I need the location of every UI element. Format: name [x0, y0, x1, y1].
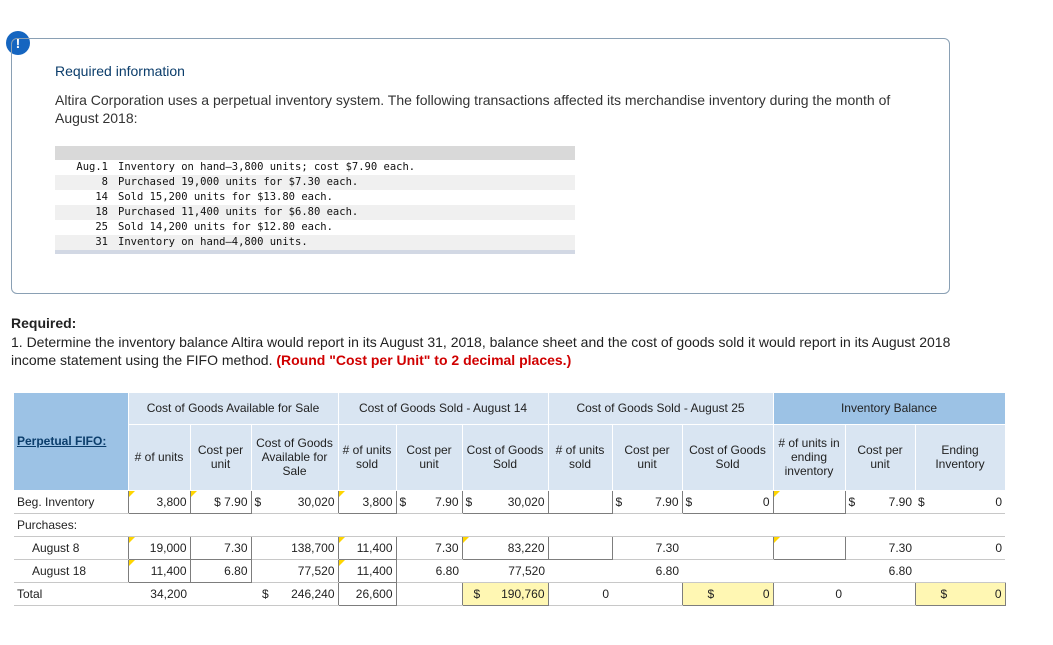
- col-cost-per-unit-ending: Cost per unit: [845, 424, 916, 491]
- row-label-aug8: August 8: [14, 536, 128, 560]
- table-row: August 18 11,400 6.80 77,520 11,400 6.80…: [14, 558, 1005, 583]
- aug8-units-input[interactable]: 19,000: [127, 535, 191, 560]
- table-row: Total 34,200 $246,240 26,600 $190,760 0 …: [14, 581, 1006, 606]
- total-end-inv: 0: [994, 586, 1002, 601]
- col-units: # of units: [128, 424, 191, 491]
- aug18-end-inv: [915, 559, 1005, 583]
- beg-s25-cpu: 7.90: [655, 494, 679, 509]
- beg-s25-units-input[interactable]: [547, 489, 613, 514]
- transaction-row: 14 Sold 15,200 units for $13.80 each.: [95, 191, 333, 203]
- beg-end-units-input[interactable]: [772, 489, 846, 514]
- aug8-end-inv: 0: [915, 536, 1005, 560]
- info-title: Required information: [55, 63, 185, 79]
- col-units-ending: # of units in ending inventory: [773, 424, 846, 491]
- rounding-note: (Round "Cost per Unit" to 2 decimal plac…: [276, 352, 572, 368]
- total-units: 34,200: [128, 582, 190, 606]
- beg-s14-units-input[interactable]: 3,800: [337, 489, 397, 514]
- row-label-purchases: Purchases:: [14, 513, 128, 537]
- col-cogs-25: Cost of Goods Sold: [682, 424, 774, 491]
- col-cost-per-unit-14: Cost per unit: [396, 424, 463, 491]
- table-row: Beg. Inventory 3,800 $ 7.90 $30,020 3,80…: [14, 489, 1005, 514]
- total-s25-units: 0: [548, 582, 612, 606]
- beg-cpu-input[interactable]: $ 7.90: [189, 489, 252, 514]
- aug8-s14-units-input[interactable]: 11,400: [337, 535, 397, 560]
- aug8-end-cpu: 7.30: [845, 536, 915, 560]
- col-units-sold-25: # of units sold: [548, 424, 613, 491]
- perpetual-fifo-label: Perpetual FIFO:: [14, 393, 129, 491]
- beg-end-inv: 0: [995, 494, 1002, 509]
- total-end-units: 0: [773, 582, 845, 606]
- transaction-row: 8 Purchased 19,000 units for $7.30 each.: [55, 175, 575, 190]
- info-text: Altira Corporation uses a perpetual inve…: [55, 92, 891, 126]
- required-label: Required:: [11, 315, 77, 331]
- beg-units-input[interactable]: 3,800: [127, 489, 191, 514]
- row-label-beg: Beg. Inventory: [14, 490, 128, 514]
- aug18-end-cpu: 6.80: [845, 559, 915, 583]
- beg-cogas: 30,020: [297, 494, 335, 509]
- table-row: Purchases:: [14, 513, 1005, 537]
- beg-end-cpu: 7.90: [888, 494, 912, 509]
- beg-s25-cogs: 0: [762, 494, 770, 509]
- beg-s14-cpu: 7.90: [435, 494, 459, 509]
- group-header-cogas: Cost of Goods Available for Sale: [128, 393, 339, 425]
- aug18-end-units: [773, 559, 845, 583]
- aug8-s14-cpu: 7.30: [396, 536, 462, 560]
- col-ending-inventory: Ending Inventory: [915, 424, 1006, 491]
- col-cost-per-unit-25: Cost per unit: [612, 424, 683, 491]
- aug18-s14-units-input[interactable]: 11,400: [337, 558, 397, 583]
- aug18-s25-cpu: 6.80: [612, 559, 682, 583]
- col-cogs-14: Cost of Goods Sold: [462, 424, 549, 491]
- col-cost-per-unit: Cost per unit: [190, 424, 252, 491]
- table-row: August 8 19,000 7.30 138,700 11,400 7.30…: [14, 535, 1005, 560]
- total-cogas: 246,240: [291, 586, 335, 601]
- transaction-row: 25 Sold 14,200 units for $12.80 each.: [95, 221, 333, 233]
- group-header-aug25: Cost of Goods Sold - August 25: [548, 393, 774, 425]
- col-units-sold-14: # of units sold: [338, 424, 397, 491]
- fifo-worksheet-table: Perpetual FIFO: Cost of Goods Available …: [14, 393, 1006, 606]
- aug18-s25-cogs: [682, 559, 773, 583]
- aug18-cpu-input[interactable]: 6.80: [189, 558, 252, 583]
- col-cogas: Cost of Goods Available for Sale: [251, 424, 339, 491]
- aug8-s25-cpu: 7.30: [612, 536, 682, 560]
- aug8-cogas: 138,700: [251, 536, 338, 560]
- beg-s14-cogs: 30,020: [507, 494, 545, 509]
- currency-sign: $: [254, 494, 262, 509]
- aug18-s25-units: [548, 559, 612, 583]
- transaction-row: Aug.1 Inventory on hand—3,800 units; cost…: [76, 161, 416, 173]
- total-s14-units: 26,600: [337, 581, 397, 606]
- aug18-s14-cpu: 6.80: [396, 559, 462, 583]
- aug8-s14-cogs: 83,220: [461, 535, 549, 560]
- aug18-cogas: 77,520: [251, 559, 338, 583]
- aug18-s14-cogs: 77,520: [462, 559, 548, 583]
- total-s25-cogs: 0: [762, 586, 770, 601]
- transactions-list: Aug.1 Inventory on hand—3,800 units; cost…: [55, 146, 575, 254]
- group-header-inventory-balance: Inventory Balance: [773, 393, 1006, 425]
- transaction-row: 31 Inventory on hand—4,800 units.: [55, 235, 575, 250]
- aug8-s25-units-input[interactable]: [547, 535, 613, 560]
- group-header-aug14: Cost of Goods Sold - August 14: [338, 393, 549, 425]
- row-label-aug18: August 18: [14, 559, 128, 583]
- row-label-total: Total: [14, 582, 128, 606]
- aug8-end-units-input[interactable]: [772, 535, 846, 560]
- aug8-s25-cogs: [682, 536, 773, 560]
- total-s14-cogs: 190,760: [501, 586, 545, 601]
- aug18-units-input[interactable]: 11,400: [127, 558, 191, 583]
- aug8-cpu-input[interactable]: 7.30: [189, 535, 252, 560]
- required-text: 1. Determine the inventory balance Altir…: [11, 334, 951, 368]
- transaction-row: 18 Purchased 11,400 units for $6.80 each.: [55, 205, 575, 220]
